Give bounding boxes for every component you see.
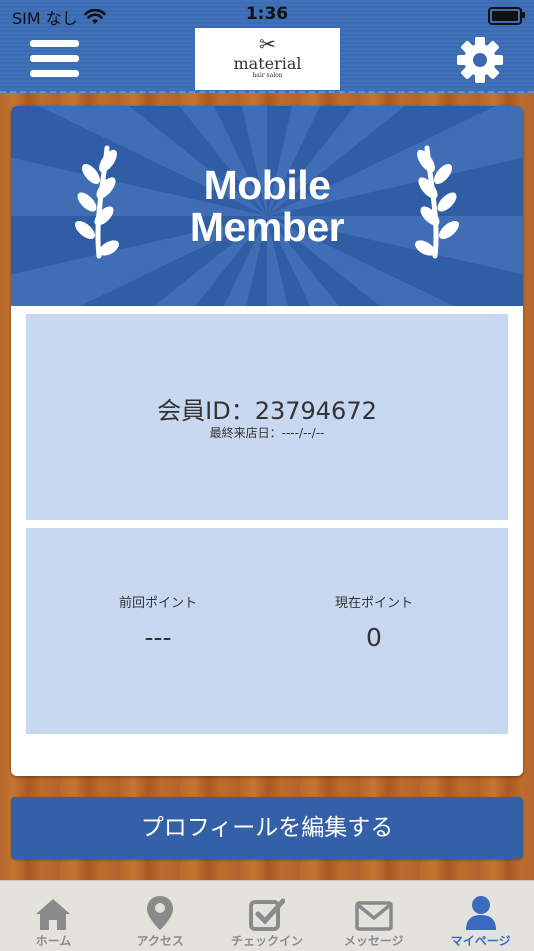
last-visit-date: 最終来店日：----/--/-- — [209, 426, 325, 440]
current-points-label: 現在ポイント — [334, 596, 413, 611]
hamburger-icon — [30, 40, 79, 47]
tab-home-label: ホーム — [35, 934, 72, 948]
edit-profile-button[interactable]: プロフィールを編集する — [11, 797, 523, 859]
tab-home[interactable]: ホーム — [0, 881, 107, 951]
points-panel: 前回ポイント --- 現在ポイント 0 — [26, 528, 508, 734]
tab-mypage-label: マイページ — [450, 934, 511, 948]
member-id: 会員ID：23794672 — [157, 397, 377, 425]
tab-checkin-label: チェックイン — [230, 934, 303, 948]
member-card: Mobile Member 会員ID：23794672 最終来店日：----/-… — [11, 106, 523, 776]
mail-icon — [355, 901, 393, 931]
previous-points: 前回ポイント --- — [58, 595, 258, 653]
battery-icon — [488, 7, 525, 25]
tab-access[interactable]: アクセス — [107, 881, 214, 951]
current-points: 現在ポイント 0 — [274, 595, 474, 653]
tab-message-label: メッセージ — [343, 934, 404, 948]
logo-subtitle: hair salon — [252, 72, 283, 79]
previous-points-value: --- — [144, 623, 172, 652]
logo-name: material — [233, 54, 302, 73]
previous-points-label: 前回ポイント — [118, 596, 197, 611]
scissors-icon: ✂ — [259, 32, 276, 56]
status-bar: SIM なし 1:36 — [0, 0, 534, 30]
map-pin-icon — [147, 896, 174, 930]
tab-access-label: アクセス — [136, 934, 184, 948]
app-header: SIM なし 1:36 ✂ material hair salon — [0, 0, 534, 93]
current-points-value: 0 — [366, 623, 382, 652]
salon-logo: ✂ material hair salon — [195, 28, 340, 90]
tab-checkin[interactable]: チェックイン — [214, 881, 321, 951]
status-time: 1:36 — [245, 4, 289, 24]
banner-title: Mobile Member — [11, 164, 523, 248]
banner-title-line2: Member — [189, 204, 345, 250]
tab-bar: ホーム アクセス チェックイン メッセージ マイページ — [0, 880, 534, 951]
gear-icon — [457, 37, 503, 83]
banner-title-line1: Mobile — [203, 162, 331, 208]
menu-button[interactable] — [30, 40, 79, 82]
member-id-panel: 会員ID：23794672 最終来店日：----/--/-- — [26, 314, 508, 520]
settings-button[interactable] — [455, 35, 505, 85]
user-icon — [465, 896, 496, 930]
tab-message[interactable]: メッセージ — [320, 881, 427, 951]
home-icon — [36, 899, 71, 930]
checkin-icon — [248, 898, 285, 931]
tab-mypage[interactable]: マイページ — [427, 881, 534, 951]
member-banner: Mobile Member — [11, 106, 523, 306]
